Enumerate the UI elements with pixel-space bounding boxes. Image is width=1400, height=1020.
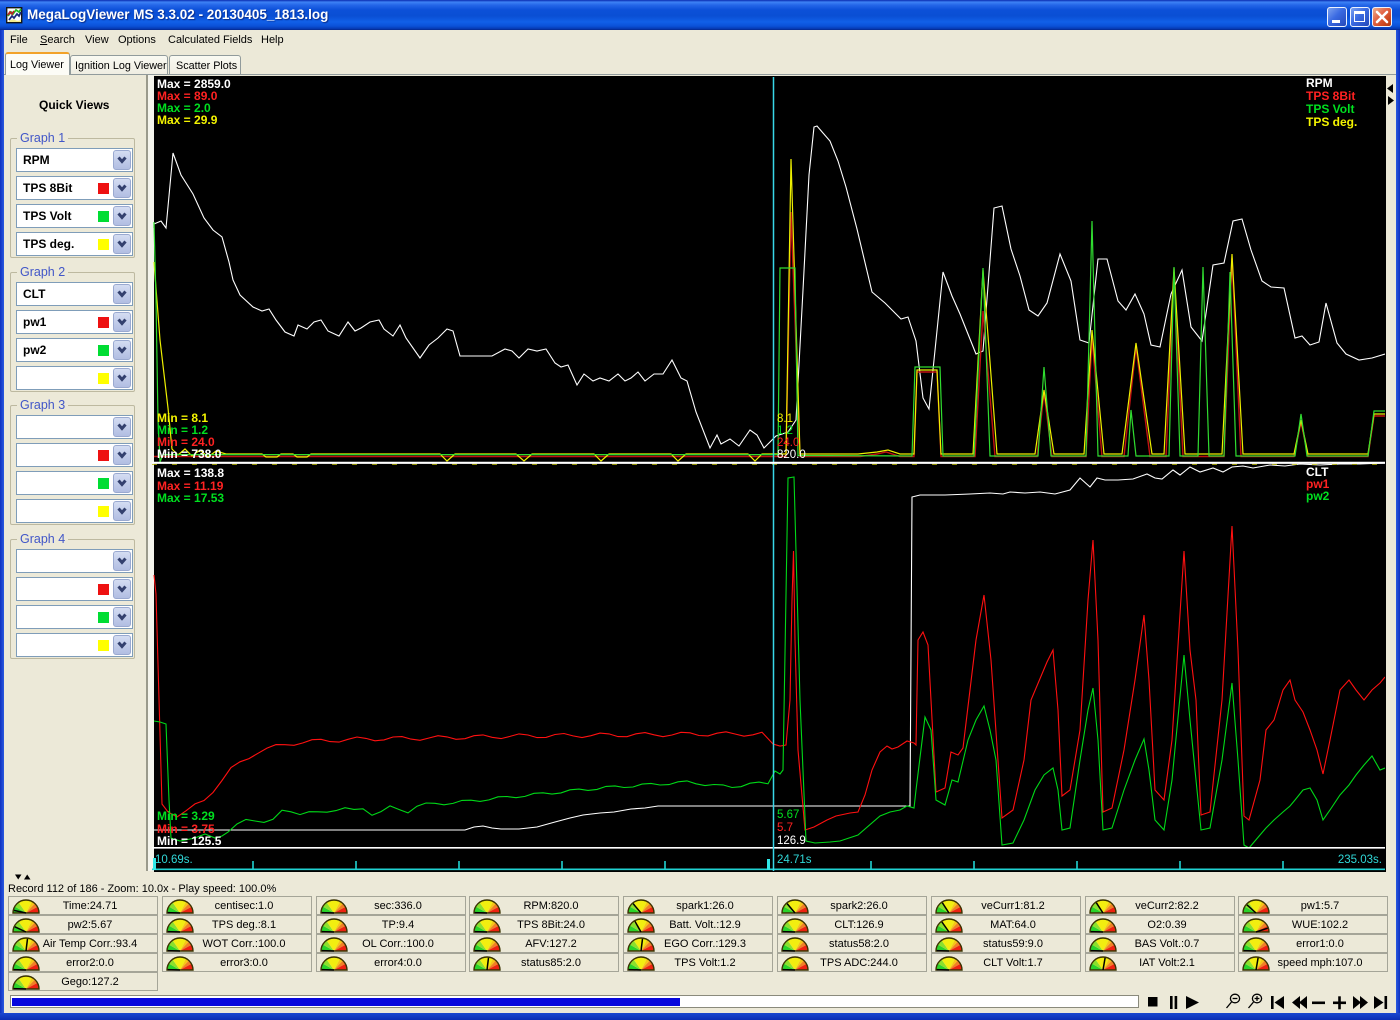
svg-text:Min = 125.5: Min = 125.5 bbox=[157, 834, 222, 848]
svg-text:Max = 17.53: Max = 17.53 bbox=[157, 491, 224, 505]
svg-text:24.0: 24.0 bbox=[777, 437, 799, 449]
svg-text:24.71s: 24.71s bbox=[777, 854, 812, 866]
svg-text:5.7: 5.7 bbox=[777, 822, 793, 834]
svg-text:TPS deg.: TPS deg. bbox=[1306, 115, 1357, 129]
svg-text:Min = 738.0: Min = 738.0 bbox=[157, 447, 222, 461]
svg-text:10.69s.: 10.69s. bbox=[155, 854, 193, 866]
svg-text:pw2: pw2 bbox=[1306, 489, 1330, 503]
svg-text:1.2: 1.2 bbox=[777, 425, 793, 437]
svg-text:Max = 29.9: Max = 29.9 bbox=[157, 113, 218, 127]
svg-text:5.67: 5.67 bbox=[777, 809, 799, 821]
svg-text:126.9: 126.9 bbox=[777, 835, 806, 847]
svg-text:235.03s.: 235.03s. bbox=[1338, 854, 1382, 866]
svg-text:820.0: 820.0 bbox=[777, 449, 806, 461]
svg-text:TPS 8Bit: TPS 8Bit bbox=[1306, 89, 1355, 103]
svg-text:Min = 3.29: Min = 3.29 bbox=[157, 809, 215, 823]
svg-text:8.1: 8.1 bbox=[777, 413, 793, 425]
svg-text:Max = 138.8: Max = 138.8 bbox=[157, 466, 224, 480]
svg-text:TPS Volt: TPS Volt bbox=[1306, 102, 1354, 116]
